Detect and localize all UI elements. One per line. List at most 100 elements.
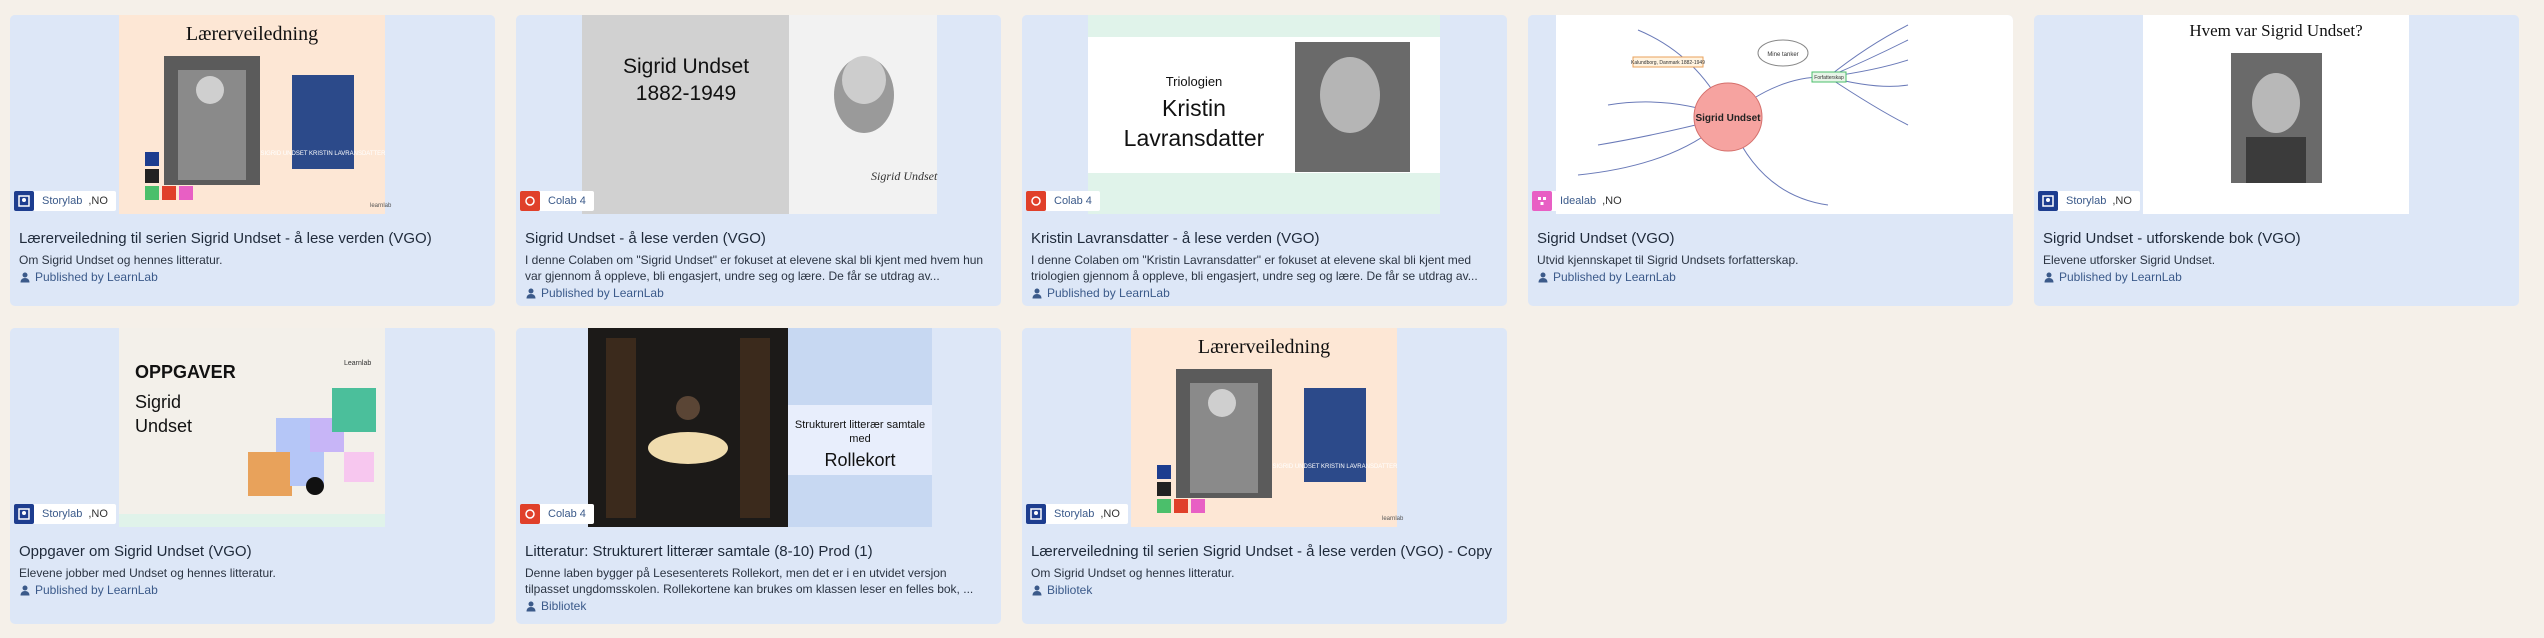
thumb-center-node: Sigrid Undset xyxy=(1695,113,1761,124)
lab-badge: Storylab ,NO xyxy=(1026,504,1128,524)
publisher-label: Published by LearnLab xyxy=(2059,270,2182,284)
publisher[interactable]: Published by LearnLab xyxy=(19,583,485,597)
card-title[interactable]: Litteratur: Strukturert litterær samtale… xyxy=(525,542,991,561)
thumb-book-title: SIGRID UNDSET KRISTIN LAVRANSDATTER xyxy=(1272,464,1398,470)
card-sigrid-undset-idealab[interactable]: Sigrid Undset Mine tanker Forfatterskap … xyxy=(1528,15,2013,306)
card-title[interactable]: Lærerveiledning til serien Sigrid Undset… xyxy=(1031,542,1497,561)
publisher-label: Published by LearnLab xyxy=(541,286,664,300)
lab-badge: Idealab ,NO xyxy=(1532,191,1630,211)
card-description: Om Sigrid Undset og hennes litteratur. xyxy=(19,253,223,267)
publisher[interactable]: Published by LearnLab xyxy=(525,286,991,300)
publisher[interactable]: Published by LearnLab xyxy=(19,270,485,284)
card-utforskende-bok[interactable]: Hvem var Sigrid Undset? Storylab ,NO Sig… xyxy=(2034,15,2519,306)
publisher[interactable]: Published by LearnLab xyxy=(1537,270,2003,284)
card-litteratur-rollekort[interactable]: Strukturert litterær samtale med Rolleko… xyxy=(516,328,1001,624)
user-icon xyxy=(20,272,30,283)
publisher-label: Published by LearnLab xyxy=(1047,286,1170,300)
card-title[interactable]: Oppgaver om Sigrid Undset (VGO) xyxy=(19,542,485,561)
thumb-note: Mine tanker xyxy=(1767,52,1798,58)
storylab-icon xyxy=(14,191,34,211)
lab-name: Storylab xyxy=(2066,195,2107,207)
thumb-logo: learnlab xyxy=(1382,516,1404,522)
user-icon xyxy=(2044,272,2054,283)
card-title[interactable]: Sigrid Undset (VGO) xyxy=(1537,229,2003,248)
user-icon xyxy=(526,601,536,612)
idealab-icon xyxy=(1532,191,1552,211)
lab-name: Colab 4 xyxy=(548,195,586,207)
card-description: I denne Colaben om "Sigrid Undset" er fo… xyxy=(525,253,984,283)
card-lærerveiledning-copy[interactable]: Lærerveiledning SIGRID UNDSET KRISTIN LA… xyxy=(1022,328,1507,624)
card-thumbnail: Sigrid Undset Mine tanker Forfatterskap … xyxy=(1528,15,2013,214)
lab-lang: ,NO xyxy=(1602,195,1622,207)
thumb-big-text-2: Lavransdatter xyxy=(1124,125,1265,151)
lab-name: Storylab xyxy=(42,195,83,207)
thumb-sub-2: Undset xyxy=(135,416,192,436)
thumb-sub-1: Sigrid xyxy=(135,392,181,412)
lab-badge: Colab 4 xyxy=(1026,191,1100,211)
user-icon xyxy=(1032,585,1042,596)
lab-name: Storylab xyxy=(42,508,83,520)
card-thumbnail: Hvem var Sigrid Undset? xyxy=(2034,15,2519,214)
publisher-label: Published by LearnLab xyxy=(35,583,158,597)
thumb-heading: Hvem var Sigrid Undset? xyxy=(2189,21,2362,40)
storylab-icon xyxy=(2038,191,2058,211)
lab-lang: ,NO xyxy=(1100,508,1120,520)
card-grid: Lærerveiledning SIGRID UNDSET KRISTIN LA… xyxy=(10,15,2519,624)
user-icon xyxy=(526,288,536,299)
lab-badge: Storylab ,NO xyxy=(2038,191,2140,211)
thumb-heading: OPPGAVER xyxy=(135,362,236,382)
thumb-big: Rollekort xyxy=(824,450,895,470)
card-lærerveiledning[interactable]: Lærerveiledning SIGRID UNDSET KRISTIN LA… xyxy=(10,15,495,306)
lab-lang: ,NO xyxy=(88,195,108,207)
lab-badge: Storylab ,NO xyxy=(14,504,116,524)
storylab-icon xyxy=(1026,504,1046,524)
card-thumbnail: OPPGAVER Sigrid Undset Learnlab xyxy=(10,328,495,527)
thumb-small-1: Strukturert litterær samtale xyxy=(795,419,925,431)
publisher-label: Published by LearnLab xyxy=(1553,270,1676,284)
user-icon xyxy=(1032,288,1042,299)
card-description: I denne Colaben om "Kristin Lavransdatte… xyxy=(1031,253,1478,283)
card-thumbnail: Lærerveiledning SIGRID UNDSET KRISTIN LA… xyxy=(1022,328,1507,527)
thumb-logo: Learnlab xyxy=(344,360,371,367)
thumb-big-text-1: Kristin xyxy=(1162,95,1226,121)
lab-badge: Storylab ,NO xyxy=(14,191,116,211)
card-title[interactable]: Sigrid Undset - å lese verden (VGO) xyxy=(525,229,991,248)
publisher-label: Bibliotek xyxy=(1047,583,1093,597)
publisher-label: Published by LearnLab xyxy=(35,270,158,284)
thumb-heading: Lærerveiledning xyxy=(1198,336,1330,358)
card-oppgaver[interactable]: OPPGAVER Sigrid Undset Learnlab Storylab… xyxy=(10,328,495,624)
thumb-small-text: Triologien xyxy=(1166,74,1223,89)
card-description: Denne laben bygger på Lesesenterets Roll… xyxy=(525,566,974,596)
lab-badge: Colab 4 xyxy=(520,191,594,211)
publisher-label: Bibliotek xyxy=(541,599,587,613)
lab-name: Colab 4 xyxy=(1054,195,1092,207)
card-kristin-lavransdatter[interactable]: Triologien Kristin Lavransdatter Colab 4… xyxy=(1022,15,1507,306)
user-icon xyxy=(1538,272,1548,283)
publisher[interactable]: Published by LearnLab xyxy=(2043,270,2509,284)
card-thumbnail: Strukturert litterær samtale med Rolleko… xyxy=(516,328,1001,527)
publisher[interactable]: Bibliotek xyxy=(1031,583,1497,597)
thumb-signature: Sigrid Undset xyxy=(871,169,938,183)
card-thumbnail: Lærerveiledning SIGRID UNDSET KRISTIN LA… xyxy=(10,15,495,214)
card-title[interactable]: Lærerveiledning til serien Sigrid Undset… xyxy=(19,229,485,248)
lab-lang: ,NO xyxy=(88,508,108,520)
user-icon xyxy=(20,585,30,596)
thumb-node: Kalundborg, Danmark 1882-1949 xyxy=(1631,60,1705,66)
card-title[interactable]: Sigrid Undset - utforskende bok (VGO) xyxy=(2043,229,2509,248)
colab-icon xyxy=(520,191,540,211)
lab-name: Storylab xyxy=(1054,508,1095,520)
thumb-node: Forfatterskap xyxy=(1814,75,1844,81)
card-description: Om Sigrid Undset og hennes litteratur. xyxy=(1031,566,1235,580)
card-title[interactable]: Kristin Lavransdatter - å lese verden (V… xyxy=(1031,229,1497,248)
lab-name: Idealab xyxy=(1560,195,1597,207)
publisher[interactable]: Published by LearnLab xyxy=(1031,286,1497,300)
card-thumbnail: Sigrid Undset 1882-1949 Sigrid Undset xyxy=(516,15,1001,214)
thumb-book-title: SIGRID UNDSET KRISTIN LAVRANSDATTER xyxy=(260,151,386,157)
thumb-logo: learnlab xyxy=(370,203,392,209)
card-description: Elevene utforsker Sigrid Undset. xyxy=(2043,253,2216,267)
thumb-heading: Lærerveiledning xyxy=(186,23,318,45)
publisher[interactable]: Bibliotek xyxy=(525,599,991,613)
lab-lang: ,NO xyxy=(2112,195,2132,207)
card-sigrid-undset-colab[interactable]: Sigrid Undset 1882-1949 Sigrid Undset Co… xyxy=(516,15,1001,306)
card-thumbnail: Triologien Kristin Lavransdatter xyxy=(1022,15,1507,214)
